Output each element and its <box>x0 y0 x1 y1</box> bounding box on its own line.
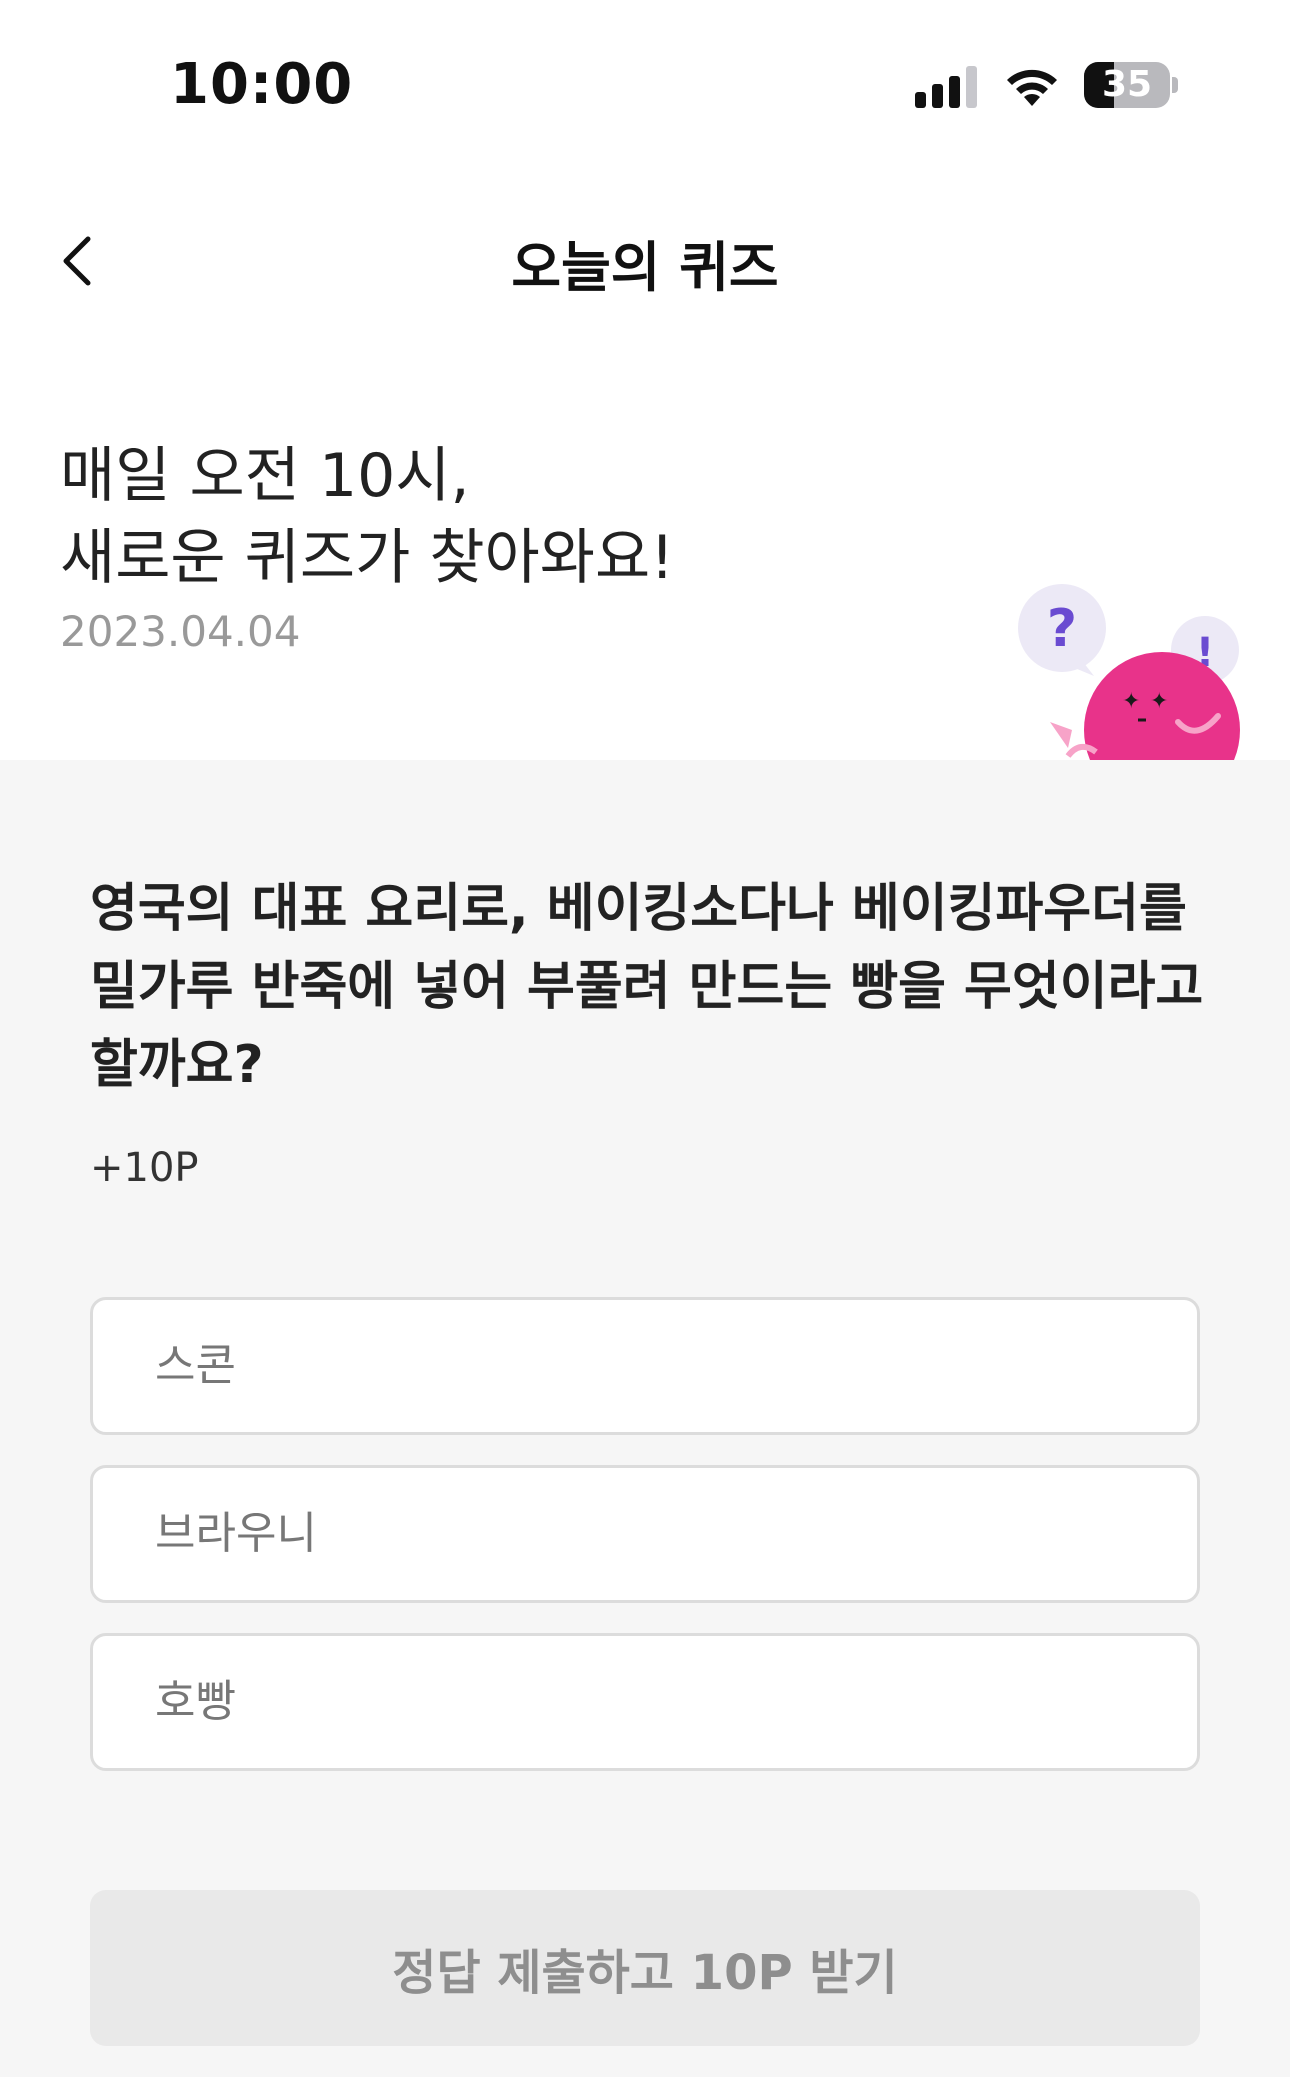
answer-option[interactable]: 스콘 <box>90 1297 1200 1435</box>
quiz-question: 영국의 대표 요리로, 베이킹소다나 베이킹파우더를 밀가루 반죽에 넣어 부풀… <box>90 879 1204 1095</box>
answer-option[interactable]: 호빵 <box>90 1633 1200 1771</box>
hero-headline-line1: 매일 오전 10시, <box>60 441 470 511</box>
answer-option-label: 브라우니 <box>155 1508 317 1559</box>
nav-bar: 오늘의 퀴즈 <box>0 195 1290 325</box>
answer-option-label: 스콘 <box>155 1340 236 1391</box>
hero-headline: 매일 오전 10시, 새로운 퀴즈가 찾아와요! <box>60 435 674 599</box>
status-bar: 10:00 35 <box>0 0 1290 175</box>
question-mark-icon: ? <box>1047 599 1077 659</box>
quiz-mascot-illustration: ? ! ✦ ✦ <box>1010 580 1290 760</box>
status-time: 10:00 <box>170 52 354 117</box>
battery-icon: 35 <box>1084 62 1178 108</box>
svg-text:✦: ✦ <box>1122 689 1140 714</box>
submit-answer-button[interactable]: 정답 제출하고 10P 받기 <box>90 1890 1200 2046</box>
answer-options: 스콘 브라우니 호빵 <box>90 1297 1200 1801</box>
quiz-date: 2023.04.04 <box>60 607 301 656</box>
battery-level: 35 <box>1101 64 1153 105</box>
quiz-section: 영국의 대표 요리로, 베이킹소다나 베이킹파우더를 밀가루 반죽에 넣어 부풀… <box>0 760 1290 2077</box>
answer-option[interactable]: 브라우니 <box>90 1465 1200 1603</box>
hero-headline-line2: 새로운 퀴즈가 찾아와요! <box>60 523 675 593</box>
page-title: 오늘의 퀴즈 <box>511 236 779 299</box>
quiz-reward-points: +10P <box>90 1145 199 1191</box>
wifi-icon <box>1004 62 1060 108</box>
cellular-signal-icon <box>915 64 981 108</box>
answer-option-label: 호빵 <box>155 1676 236 1727</box>
svg-text:✦: ✦ <box>1150 689 1168 714</box>
quiz-hero: 매일 오전 10시, 새로운 퀴즈가 찾아와요! 2023.04.04 ? ! … <box>0 325 1290 760</box>
